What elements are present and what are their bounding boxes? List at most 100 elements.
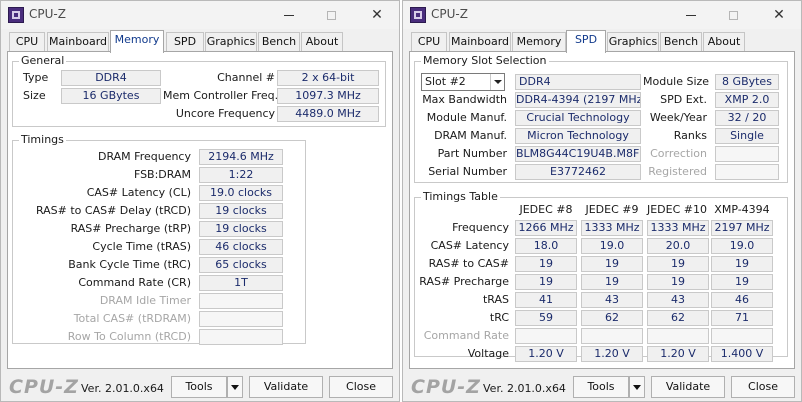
column-header: JEDEC #9 <box>585 203 639 216</box>
ras-precharge-label: RAS# Precharge <box>419 275 509 288</box>
tab-bench[interactable]: Bench <box>258 32 300 52</box>
uncore-frequency-label: Uncore Frequency <box>175 107 275 120</box>
timing-cell <box>581 328 643 344</box>
chevron-down-icon <box>231 385 239 390</box>
timings-group: Timings DRAM Frequency 2194.6 MHz FSB:DR… <box>12 133 306 345</box>
timing-cell: 59 <box>515 310 577 326</box>
cpuz-memory-window: CPU-Z ✕ CPU Mainboard Memory SPD Graphic… <box>0 0 400 402</box>
module-manuf-label: Module Manuf. <box>426 111 507 124</box>
tools-button[interactable]: Tools <box>573 376 629 398</box>
spd-ext-label: SPD Ext. <box>660 93 707 106</box>
column-header: XMP-4394 <box>714 203 770 216</box>
tools-dropdown-button[interactable] <box>227 376 243 398</box>
close-button[interactable]: Close <box>731 376 795 398</box>
tab-about[interactable]: About <box>703 32 745 52</box>
validate-button[interactable]: Validate <box>249 376 323 398</box>
dram-manuf-label: DRAM Manuf. <box>434 129 507 142</box>
title-bar[interactable]: CPU-Z ✕ <box>403 1 801 29</box>
tools-dropdown-button[interactable] <box>629 376 645 398</box>
size-value: 16 GBytes <box>61 88 161 104</box>
maximize-icon <box>728 10 738 20</box>
max-bandwidth-value: DDR4-4394 (2197 MHz) <box>515 92 641 108</box>
timing-cell: 19 <box>711 256 773 272</box>
cpuz-spd-window: CPU-Z ✕ CPU Mainboard Memory SPD Graphic… <box>402 0 802 402</box>
timing-cell: 20.0 <box>647 238 709 254</box>
timing-cell: 43 <box>581 292 643 308</box>
validate-button[interactable]: Validate <box>651 376 725 398</box>
title-bar[interactable]: CPU-Z ✕ <box>1 1 399 29</box>
close-window-button[interactable]: ✕ <box>359 3 395 27</box>
timing-cell: 46 <box>711 292 773 308</box>
total-cas-label: Total CAS# (tRDRAM) <box>73 312 191 325</box>
maximize-icon <box>326 10 336 20</box>
channel-value: 2 x 64-bit <box>277 70 379 86</box>
trc-label: tRC <box>489 311 509 324</box>
tab-bench[interactable]: Bench <box>660 32 702 52</box>
close-icon: ✕ <box>773 7 785 23</box>
tab-mainboard[interactable]: Mainboard <box>47 32 109 52</box>
tras-label: Cycle Time (tRAS) <box>92 240 191 253</box>
timings-table-group: Timings Table JEDEC #8 JEDEC #9 JEDEC #1… <box>414 190 788 362</box>
cas-latency-label: CAS# Latency (CL) <box>86 186 191 199</box>
tab-graphics[interactable]: Graphics <box>205 32 257 52</box>
max-bandwidth-label: Max Bandwidth <box>422 93 507 106</box>
registered-label: Registered <box>648 165 707 178</box>
minimize-button[interactable] <box>271 3 307 27</box>
timing-cell: 71 <box>711 310 773 326</box>
module-manuf-value: Crucial Technology <box>515 110 641 126</box>
close-window-button[interactable]: ✕ <box>761 3 797 27</box>
size-label: Size <box>23 89 46 102</box>
tab-memory[interactable]: Memory <box>110 30 164 53</box>
module-size-value: 8 GBytes <box>715 74 779 90</box>
tab-spd[interactable]: SPD <box>566 30 606 53</box>
command-rate-value: 1T <box>199 275 283 291</box>
dram-manuf-value: Micron Technology <box>515 128 641 144</box>
cpuz-brand-logo: CPU-Z <box>9 376 79 398</box>
close-icon: ✕ <box>371 7 383 23</box>
spd-panel: Memory Slot Selection Slot #2 DDR4 Max B… <box>409 51 795 369</box>
timing-cell <box>515 328 577 344</box>
tools-button[interactable]: Tools <box>171 376 227 398</box>
minimize-icon <box>686 14 696 16</box>
tab-cpu[interactable]: CPU <box>9 32 45 52</box>
timing-cell <box>711 328 773 344</box>
minimize-button[interactable] <box>673 3 709 27</box>
type-label: Type <box>23 71 49 84</box>
cpuz-app-icon <box>8 7 24 23</box>
mem-controller-freq-value: 1097.3 MHz <box>277 88 379 104</box>
minimize-icon <box>284 14 294 16</box>
dram-idle-timer-label: DRAM Idle Timer <box>99 294 191 307</box>
timing-cell: 2197 MHz <box>711 220 773 236</box>
close-button[interactable]: Close <box>329 376 393 398</box>
timing-cell: 1.400 V <box>711 346 773 362</box>
tab-about[interactable]: About <box>301 32 343 52</box>
general-group: General Type DDR4 Size 16 GBytes Channel… <box>12 54 386 127</box>
tab-cpu[interactable]: CPU <box>411 32 447 52</box>
general-group-title: General <box>19 54 67 68</box>
memory-slot-selection-group: Memory Slot Selection Slot #2 DDR4 Max B… <box>414 54 788 183</box>
maximize-button[interactable] <box>313 3 349 27</box>
tab-graphics[interactable]: Graphics <box>607 32 659 52</box>
row-to-column-value <box>199 329 283 345</box>
week-year-value: 32 / 20 <box>715 110 779 126</box>
slot-select-arrow[interactable] <box>490 74 504 90</box>
tab-spd[interactable]: SPD <box>166 32 204 52</box>
slot-select[interactable]: Slot #2 <box>421 73 505 91</box>
timing-cell: 41 <box>515 292 577 308</box>
timing-cell: 19 <box>711 274 773 290</box>
channel-label: Channel # <box>217 71 275 84</box>
timing-cell: 62 <box>647 310 709 326</box>
timing-cell: 19 <box>581 274 643 290</box>
timing-cell <box>647 328 709 344</box>
memory-type-value: DDR4 <box>515 74 641 90</box>
timings-group-title: Timings <box>19 133 66 147</box>
tab-mainboard[interactable]: Mainboard <box>449 32 511 52</box>
column-header: JEDEC #8 <box>519 203 573 216</box>
cpuz-app-icon <box>410 7 426 23</box>
maximize-button[interactable] <box>715 3 751 27</box>
frequency-label: Frequency <box>452 221 509 234</box>
chevron-down-icon <box>633 385 641 390</box>
timing-cell: 43 <box>647 292 709 308</box>
dram-idle-timer-value <box>199 293 283 309</box>
tab-memory[interactable]: Memory <box>512 32 566 52</box>
